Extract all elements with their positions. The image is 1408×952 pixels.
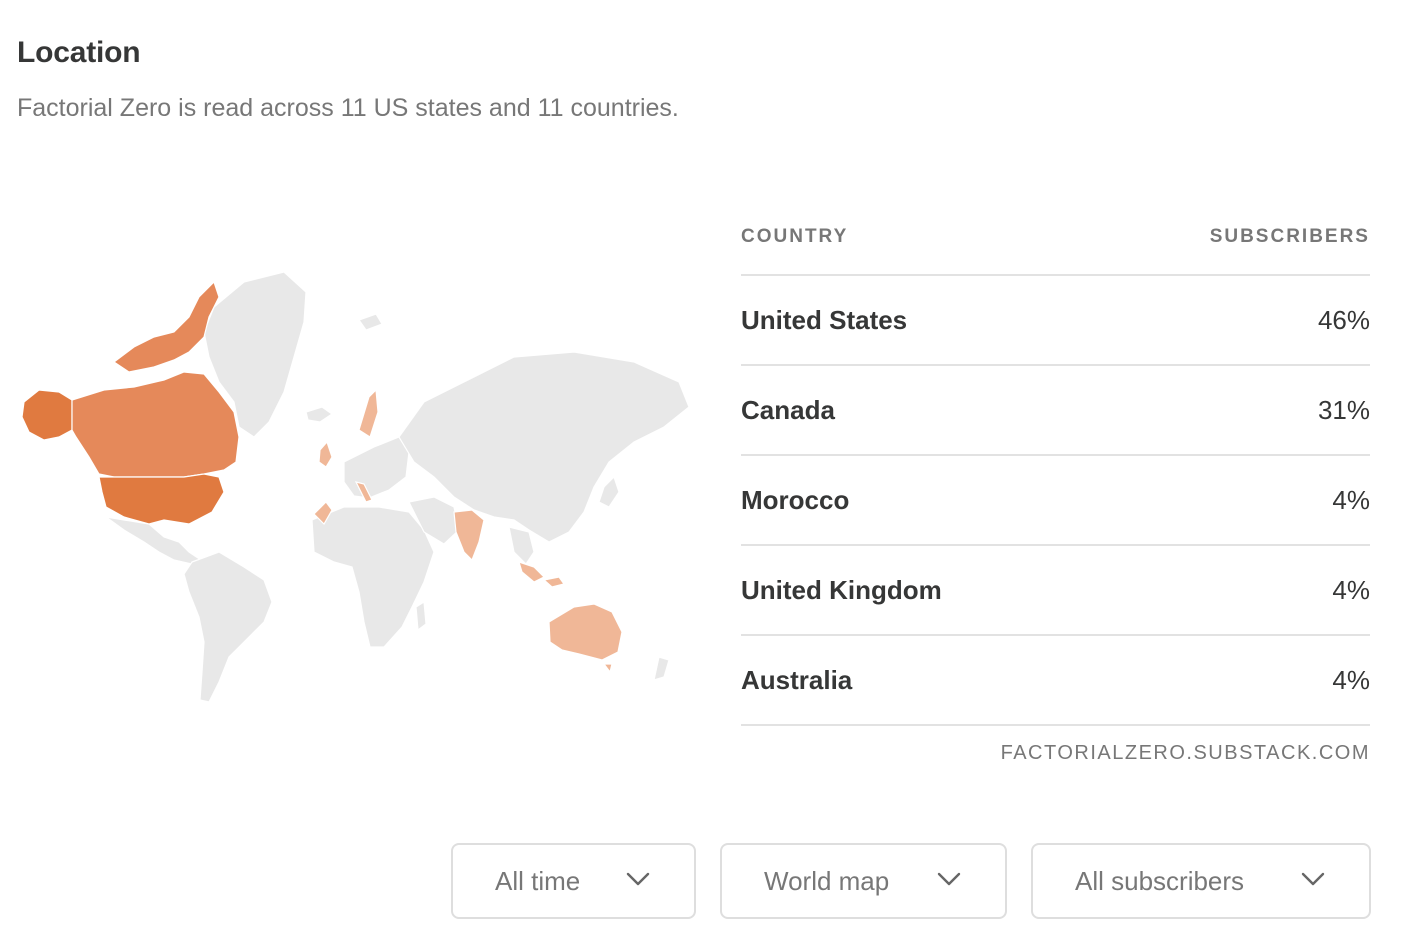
audience-dropdown[interactable]: All subscribers: [1031, 843, 1371, 919]
view-dropdown[interactable]: World map: [720, 843, 1007, 919]
view-label: World map: [764, 865, 890, 896]
map-canada-arctic: [112, 280, 220, 373]
map-alaska: [21, 389, 73, 441]
map-tasmania: [602, 663, 613, 674]
map-madagascar: [415, 600, 427, 632]
subscriber-share: 4%: [1332, 574, 1370, 605]
publication-url: FACTORIALZERO.SUBSTACK.COM: [1000, 742, 1370, 764]
chevron-down-icon: [1301, 872, 1325, 886]
time-range-label: All time: [495, 865, 581, 896]
time-range-dropdown[interactable]: All time: [451, 843, 696, 919]
col-country-header: COUNTRY: [741, 226, 849, 247]
map-iceland: [305, 406, 334, 423]
subscriber-share: 31%: [1317, 394, 1370, 425]
map-canada: [71, 371, 240, 478]
audience-label: All subscribers: [1075, 865, 1245, 896]
subscriber-share: 4%: [1332, 484, 1370, 515]
country-name: United Kingdom: [741, 574, 942, 605]
map-new-zealand: [653, 656, 670, 681]
table-header: COUNTRY SUBSCRIBERS: [741, 210, 1370, 276]
country-name: Australia: [741, 664, 853, 695]
map-indonesia: [518, 561, 566, 588]
map-uk: [318, 440, 333, 468]
map-usa: [98, 473, 225, 525]
col-subscribers-header: SUBSCRIBERS: [1209, 226, 1370, 247]
subscriber-share: 46%: [1317, 304, 1370, 335]
table-row: United States 46%: [741, 276, 1370, 366]
table-row: Morocco 4%: [741, 456, 1370, 546]
table-row: Canada 31%: [741, 366, 1370, 456]
map-australia: [548, 603, 623, 661]
page-title: Location: [17, 36, 141, 69]
map-se-asia: [508, 526, 535, 565]
table-row: United Kingdom 4%: [741, 546, 1370, 636]
map-india: [453, 509, 485, 562]
map-europe: [343, 436, 410, 499]
chevron-down-icon: [626, 872, 650, 886]
subscriber-share: 4%: [1332, 664, 1370, 695]
country-table: COUNTRY SUBSCRIBERS United States 46% Ca…: [741, 210, 1370, 765]
country-name: Morocco: [741, 484, 850, 515]
country-name: Canada: [741, 394, 835, 425]
country-name: United States: [741, 304, 908, 335]
world-map: [21, 271, 690, 703]
page-subtitle: Factorial Zero is read across 11 US stat…: [17, 94, 679, 122]
map-japan: [598, 475, 620, 508]
table-row: Australia 4%: [741, 636, 1370, 726]
chevron-down-icon: [937, 872, 961, 886]
map-scandinavia: [358, 388, 379, 438]
map-africa: [311, 506, 435, 648]
map-svalbard: [358, 313, 383, 331]
map-south-america: [183, 551, 273, 703]
